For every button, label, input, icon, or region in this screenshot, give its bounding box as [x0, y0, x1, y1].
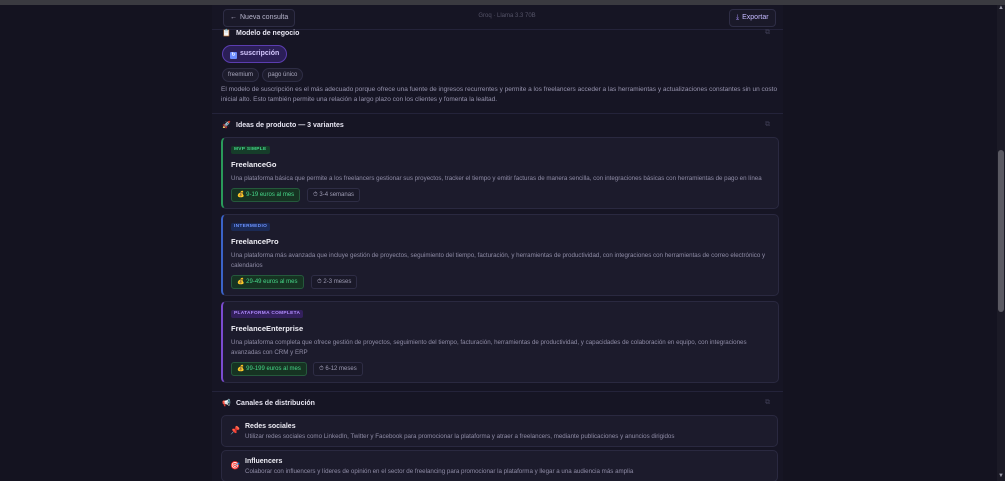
time-label: 2-3 meses: [323, 279, 352, 285]
product-ideas-heading: 🚀 Ideas de producto — 3 variantes: [222, 121, 344, 129]
copy-icon[interactable]: ⧉: [765, 29, 770, 37]
business-model-description: El modelo de suscripción es el más adecu…: [221, 86, 778, 103]
alt-model-pill: freemium: [222, 68, 260, 82]
clipboard-icon: 📋: [222, 30, 231, 37]
price-tag: 💰 29-49 euros al mes: [231, 275, 304, 289]
price-label: 9-19 euros al mes: [246, 192, 295, 198]
copy-icon[interactable]: ⧉: [765, 121, 770, 129]
export-label: Exportar: [742, 14, 769, 21]
price-label: 99-199 euros al mes: [246, 366, 301, 372]
time-tag: ⏱ 3-4 semanas: [307, 188, 361, 202]
target-icon: 🎯: [230, 461, 240, 470]
model-label: Groq · Llama 3.3 70B: [478, 13, 536, 19]
selected-model-label: suscripción: [240, 50, 280, 57]
time-label: 6-12 meses: [325, 366, 357, 372]
product-name: FreelancePro: [231, 237, 279, 246]
scroll-down-arrow-icon[interactable]: ▼: [998, 473, 1004, 479]
scrollbar-thumb[interactable]: [998, 150, 1004, 312]
business-model-title: Modelo de negocio: [236, 30, 300, 37]
megaphone-icon: 📢: [222, 400, 231, 407]
channel-name: Redes sociales: [245, 423, 296, 430]
download-icon: ⤓: [736, 14, 740, 21]
product-card-mvp: MVP SIMPLE FreelanceGo Una plataforma bá…: [221, 137, 779, 209]
distribution-heading: 📢 Canales de distribución: [222, 399, 315, 407]
scroll-up-arrow-icon[interactable]: ▲: [998, 5, 1004, 11]
section-divider: [212, 391, 783, 392]
product-description: Una plataforma más avanzada que incluye …: [231, 252, 766, 269]
product-name: FreelanceEnterprise: [231, 324, 304, 333]
price-tag: 💰 99-199 euros al mes: [231, 362, 307, 376]
section-divider: [212, 113, 783, 114]
variant-badge: INTERMEDIO: [231, 223, 271, 231]
time-tag: ⏱ 2-3 meses: [311, 275, 358, 289]
time-label: 3-4 semanas: [319, 192, 355, 198]
new-query-button[interactable]: ← Nueva consulta: [223, 9, 296, 27]
channel-name: Influencers: [245, 458, 283, 465]
copy-icon[interactable]: ⧉: [765, 399, 770, 407]
selected-model-pill: ↻ suscripción: [222, 45, 288, 63]
channel-card: 📌 Redes sociales Utilizar redes sociales…: [221, 415, 778, 447]
time-tag: ⏱ 6-12 meses: [313, 362, 363, 376]
price-label: 29-49 euros al mes: [246, 279, 298, 285]
alt-model-pill: pago único: [262, 68, 304, 82]
channel-description: Colaborar con influencers y líderes de o…: [245, 468, 634, 475]
price-tag: 💰 9-19 euros al mes: [231, 188, 301, 202]
product-card-complete: PLATAFORMA COMPLETA FreelanceEnterprise …: [221, 301, 779, 383]
variant-badge: MVP SIMPLE: [231, 146, 270, 154]
export-button[interactable]: ⤓ Exportar: [729, 9, 776, 27]
arrow-left-icon: ←: [230, 14, 237, 21]
variant-badge: PLATAFORMA COMPLETA: [231, 310, 304, 318]
result-header: ← Nueva consulta Groq · Llama 3.3 70B ⤓ Ex…: [212, 5, 783, 30]
result-panel: ← Nueva consulta Groq · Llama 3.3 70B ⤓ Ex…: [212, 5, 783, 481]
product-card-intermediate: INTERMEDIO FreelancePro Una plataforma m…: [221, 214, 779, 296]
channel-card: 🎯 Influencers Colaborar con influencers …: [221, 450, 778, 481]
repeat-box-icon: ↻: [230, 52, 237, 59]
product-ideas-title: Ideas de producto — 3 variantes: [236, 122, 344, 129]
product-name: FreelanceGo: [231, 160, 277, 169]
pushpin-icon: 📌: [230, 426, 240, 435]
channel-description: Utilizar redes sociales como LinkedIn, T…: [245, 433, 675, 440]
distribution-title: Canales de distribución: [236, 400, 315, 407]
business-model-heading: 📋 Modelo de negocio: [222, 29, 299, 37]
rocket-icon: 🚀: [222, 122, 231, 129]
product-description: Una plataforma completa que ofrece gesti…: [231, 339, 747, 356]
product-description: Una plataforma básica que permite a los …: [231, 175, 762, 182]
new-query-label: Nueva consulta: [240, 14, 289, 21]
